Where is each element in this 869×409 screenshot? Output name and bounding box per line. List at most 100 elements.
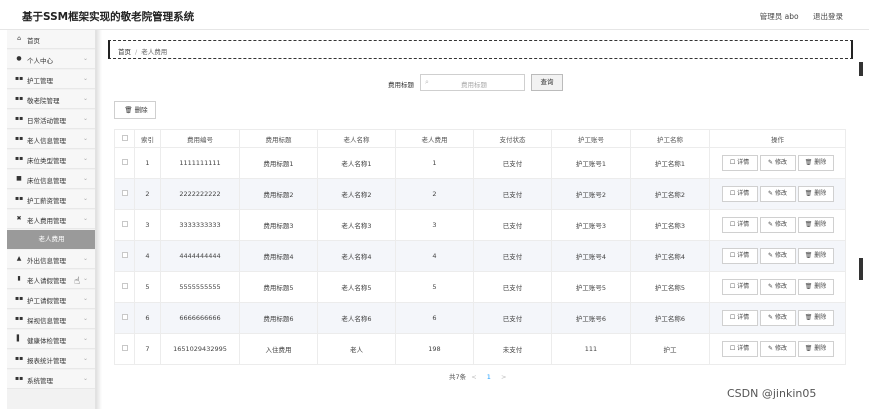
sidebar-item[interactable]: ▌ 健康体检管理 ⌄ <box>7 330 95 349</box>
action-label: 详情 <box>737 159 750 166</box>
action-label: 详情 <box>737 314 750 321</box>
sidebar-item[interactable]: ▪▪ 床位类型管理 ⌄ <box>7 150 95 169</box>
edit-button[interactable]: ✎ 修改 <box>759 217 796 233</box>
row-actions: ☐ 详情 ✎ 修改 🗑 删除 <box>709 178 846 210</box>
search-label: 费用标题 <box>388 81 414 89</box>
table-cell: 2 <box>134 178 161 210</box>
pager-prev-button[interactable]: < <box>471 373 476 381</box>
detail-button[interactable]: ☐ 详情 <box>721 186 758 202</box>
detail-button[interactable]: ☐ 详情 <box>721 248 758 264</box>
file-icon: ▮ <box>17 275 21 282</box>
table-cell: 老人名称3 <box>317 209 396 241</box>
action-label: 详情 <box>737 345 750 352</box>
sidebar-item[interactable]: ▪▪ 护工请假管理 ⌄ <box>7 290 95 309</box>
edit-button[interactable]: ✎ 修改 <box>759 341 796 357</box>
pager-page-1[interactable]: 1 <box>487 373 491 381</box>
app-title: 基于SSM框架实现的敬老院管理系统 <box>22 11 195 23</box>
delete-row-button[interactable]: 🗑 删除 <box>797 155 834 171</box>
grid-icon: ▪▪ <box>15 115 24 122</box>
action-label: 详情 <box>737 221 750 228</box>
sidebar-item[interactable]: ▪▪ 护工管理 ⌄ <box>7 70 95 89</box>
table-cell: 3 <box>395 209 474 241</box>
row-checkbox[interactable] <box>114 178 135 210</box>
sidebar-item-label: 日常活动管理 <box>27 117 66 125</box>
edit-button[interactable]: ✎ 修改 <box>759 310 796 326</box>
delete-button[interactable]: 🗑 删除 <box>114 101 156 119</box>
edit-button[interactable]: ✎ 修改 <box>759 186 796 202</box>
table-row: 7 1651029432995 入住费用 老人 198 未支付 111 护工 ☐ 详情 ✎ 修改 🗑… <box>114 333 846 365</box>
sidebar-item[interactable]: ▪▪ 护工薪资管理 ⌄ <box>7 190 95 209</box>
delete-row-button[interactable]: 🗑 删除 <box>797 217 834 233</box>
delete-row-button[interactable]: 🗑 删除 <box>797 279 834 295</box>
table-cell: 4 <box>134 240 161 272</box>
pager-next-button[interactable]: > <box>501 373 506 381</box>
delete-row-button[interactable]: 🗑 删除 <box>797 186 834 202</box>
table-cell: 护工名称4 <box>630 240 710 272</box>
sidebar-item[interactable]: ▪▪ 日常活动管理 ⌄ <box>7 110 95 129</box>
sidebar-item[interactable]: ✖ 老人费用管理 ⌄ <box>7 210 95 229</box>
logout-button[interactable]: 退出登录 <box>813 12 843 21</box>
table-cell: 护工名称1 <box>630 147 710 179</box>
action-label: 修改 <box>774 314 787 321</box>
grid-icon: ▪▪ <box>15 155 24 162</box>
trash-icon: 🗑 <box>804 252 815 259</box>
sidebar-item-label: 健康体检管理 <box>27 337 66 345</box>
row-checkbox[interactable] <box>114 240 135 272</box>
sidebar-item[interactable]: ■ 床位信息管理 ⌄ <box>7 170 95 189</box>
row-checkbox[interactable] <box>114 209 135 241</box>
sidebar-item-label: 护工薪资管理 <box>27 197 66 205</box>
delete-row-button[interactable]: 🗑 删除 <box>797 248 834 264</box>
detail-button[interactable]: ☐ 详情 <box>721 155 758 171</box>
search-input[interactable]: ⌕ 费用标题 <box>420 74 525 91</box>
trash-icon: 🗑 <box>804 159 815 166</box>
action-label: 删除 <box>814 221 827 228</box>
edit-button[interactable]: ✎ 修改 <box>759 248 796 264</box>
sidebar-item[interactable]: ▲ 外出信息管理 ⌄ <box>7 250 95 269</box>
table-cell: 老人 <box>317 333 396 365</box>
chevron-down-icon: ⌄ <box>82 195 88 202</box>
table-row: 4 4444444444 费用标题4 老人名称4 4 已支付 护工账号4 护工名称4 ☐ 详情 ✎… <box>114 240 846 272</box>
edit-icon: ✎ <box>768 283 775 290</box>
select-all-checkbox[interactable] <box>114 129 135 148</box>
delete-row-button[interactable]: 🗑 删除 <box>797 310 834 326</box>
edit-button[interactable]: ✎ 修改 <box>759 155 796 171</box>
row-checkbox[interactable] <box>114 147 135 179</box>
row-checkbox[interactable] <box>114 302 135 334</box>
delete-row-button[interactable]: 🗑 删除 <box>797 341 834 357</box>
column-header: 操作 <box>709 129 846 148</box>
row-checkbox[interactable] <box>114 271 135 303</box>
sidebar-item[interactable]: ▪▪ 探视信息管理 ⌄ <box>7 310 95 329</box>
detail-button[interactable]: ☐ 详情 <box>721 341 758 357</box>
chevron-down-icon: ⌄ <box>82 155 88 162</box>
row-checkbox[interactable] <box>114 333 135 365</box>
table-cell: 1 <box>134 147 161 179</box>
table-row: 5 5555555555 费用标题5 老人名称5 5 已支付 护工账号5 护工名称5 ☐ 详情 ✎… <box>114 271 846 303</box>
edit-button[interactable]: ✎ 修改 <box>759 279 796 295</box>
trash-icon: 🗑 <box>804 221 815 228</box>
chevron-down-icon: ⌄ <box>82 255 88 262</box>
table-cell: 已支付 <box>473 302 552 334</box>
breadcrumb-home[interactable]: 首页 <box>118 48 131 56</box>
grid-icon: ▪▪ <box>15 95 24 102</box>
sidebar-item[interactable]: ▪▪ 敬老院管理 ⌄ <box>7 90 95 109</box>
sidebar-item[interactable]: ▪▪ 系统管理 ⌄ <box>7 370 95 389</box>
detail-button[interactable]: ☐ 详情 <box>721 279 758 295</box>
search-button[interactable]: 查询 <box>531 74 563 91</box>
sidebar-item-label: 外出信息管理 <box>27 257 66 265</box>
sidebar-item[interactable]: ▪▪ 老人信息管理 ⌄ <box>7 130 95 149</box>
sidebar-item[interactable]: ⌂ 首页 <box>7 30 95 49</box>
detail-button[interactable]: ☐ 详情 <box>721 310 758 326</box>
sidebar-subitem-active[interactable]: 老人费用 <box>7 230 95 249</box>
table-cell: 5555555555 <box>160 271 240 303</box>
row-actions: ☐ 详情 ✎ 修改 🗑 删除 <box>709 240 846 272</box>
row-actions: ☐ 详情 ✎ 修改 🗑 删除 <box>709 333 846 365</box>
chevron-down-icon: ⌄ <box>82 295 88 302</box>
action-label: 详情 <box>737 283 750 290</box>
sidebar-item[interactable]: ▪▪ 报表统计管理 ⌄ <box>7 350 95 369</box>
sidebar-item[interactable]: ▮ 老人请假管理 ⌄ <box>7 270 95 289</box>
sidebar-item[interactable]: ● 个人中心 ⌄ <box>7 50 95 69</box>
table-cell: 5 <box>395 271 474 303</box>
edit-icon: ✎ <box>768 221 775 228</box>
table-cell: 护工名称5 <box>630 271 710 303</box>
detail-button[interactable]: ☐ 详情 <box>721 217 758 233</box>
